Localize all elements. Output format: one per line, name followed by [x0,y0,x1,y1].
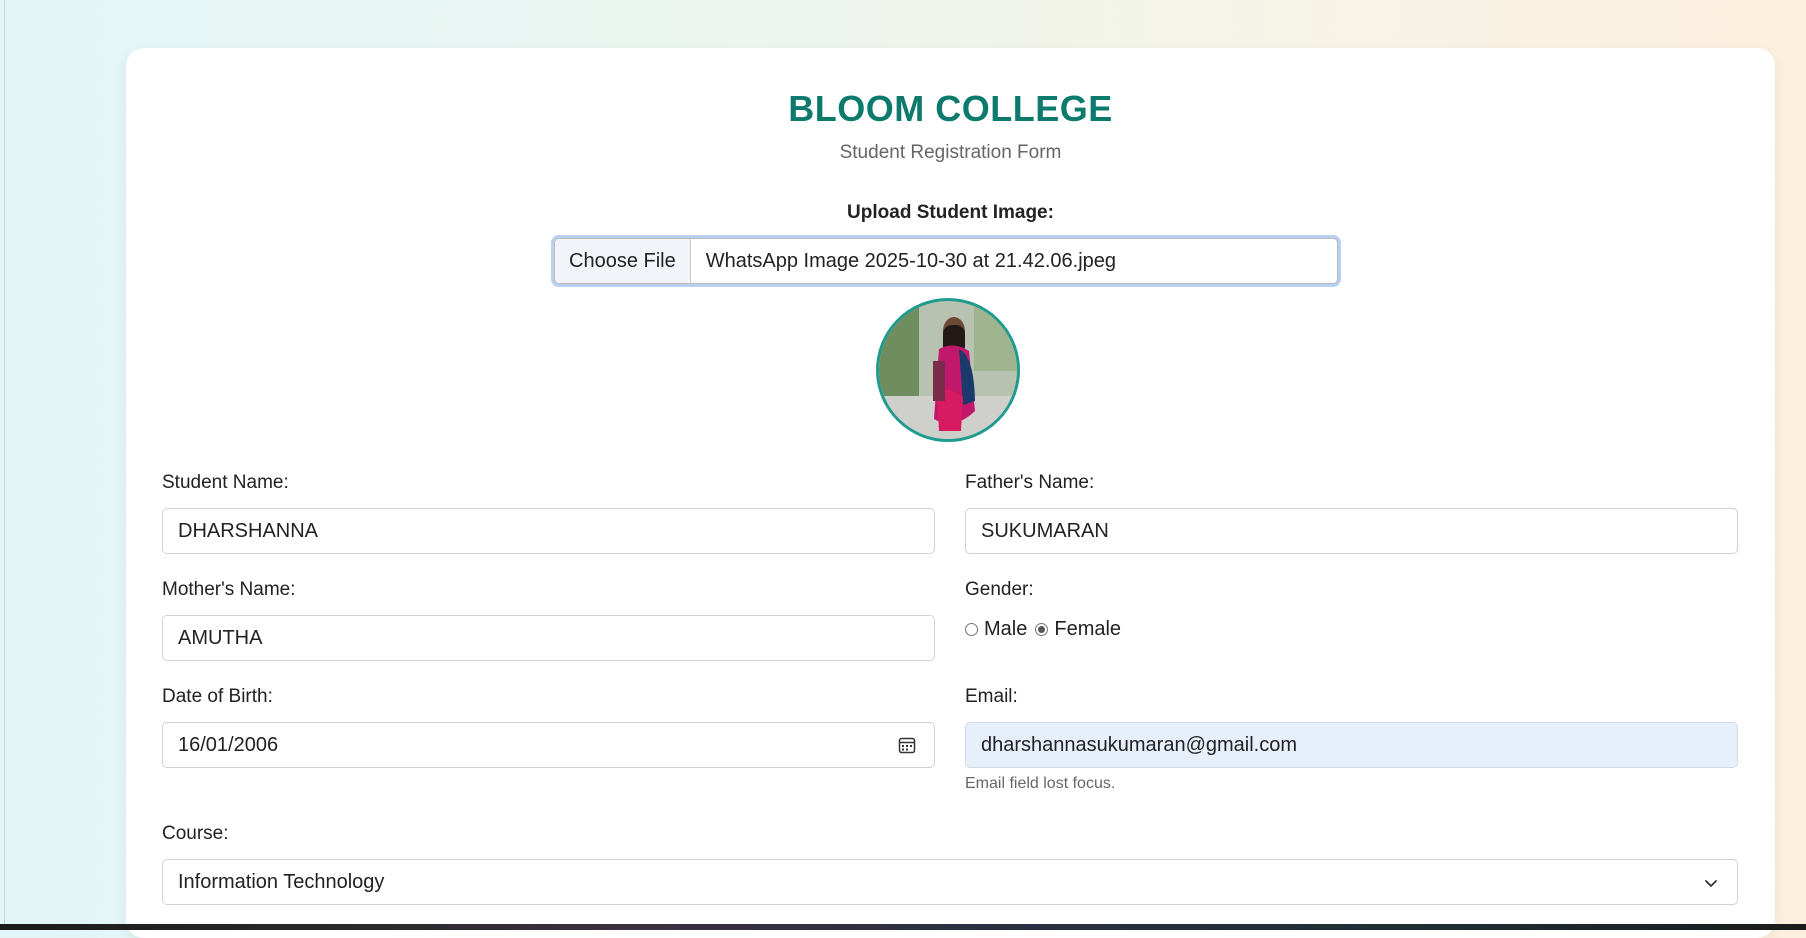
upload-label: Upload Student Image: [847,202,1054,223]
course-label: Course: [162,823,229,844]
page-title: BLOOM COLLEGE [788,88,1113,129]
dob-label: Date of Birth: [162,686,273,707]
mother-name-input[interactable]: AMUTHA [162,615,935,661]
dob-input[interactable]: 16/01/2006 [162,722,935,768]
window-edge [4,0,5,930]
student-name-label: Student Name: [162,472,289,493]
choose-file-button[interactable]: Choose File [555,239,691,283]
email-label: Email: [965,686,1018,707]
gender-male-radio[interactable] [965,623,978,636]
course-selected-value: Information Technology [178,870,385,893]
course-select[interactable]: Information Technology [162,859,1738,905]
mother-name-label: Mother's Name: [162,579,296,600]
selected-file-name: WhatsApp Image 2025-10-30 at 21.42.06.jp… [705,249,1117,272]
student-photo-image [879,301,1017,439]
student-name-input[interactable]: DHARSHANNA [162,508,935,554]
calendar-icon[interactable] [898,736,916,754]
taskbar-strip [0,924,1806,930]
file-upload-input[interactable]: Choose File WhatsApp Image 2025-10-30 at… [554,238,1338,284]
gender-male-label[interactable]: Male [984,618,1027,641]
email-status-text: Email field lost focus. [965,775,1116,792]
gender-radio-group: Male Female [965,618,1129,641]
gender-female-radio[interactable] [1035,623,1049,636]
dob-value: 16/01/2006 [178,733,279,756]
gender-female-label[interactable]: Female [1054,618,1121,641]
chevron-down-icon[interactable] [1703,875,1719,891]
email-input[interactable]: dharshannasukumaran@gmail.com [965,722,1738,768]
student-photo-preview [876,298,1020,442]
father-name-label: Father's Name: [965,472,1095,493]
gender-label: Gender: [965,579,1034,600]
father-name-input[interactable]: SUKUMARAN [965,508,1738,554]
registration-card: BLOOM COLLEGE Student Registration Form … [126,48,1775,938]
page-subtitle: Student Registration Form [839,142,1062,163]
